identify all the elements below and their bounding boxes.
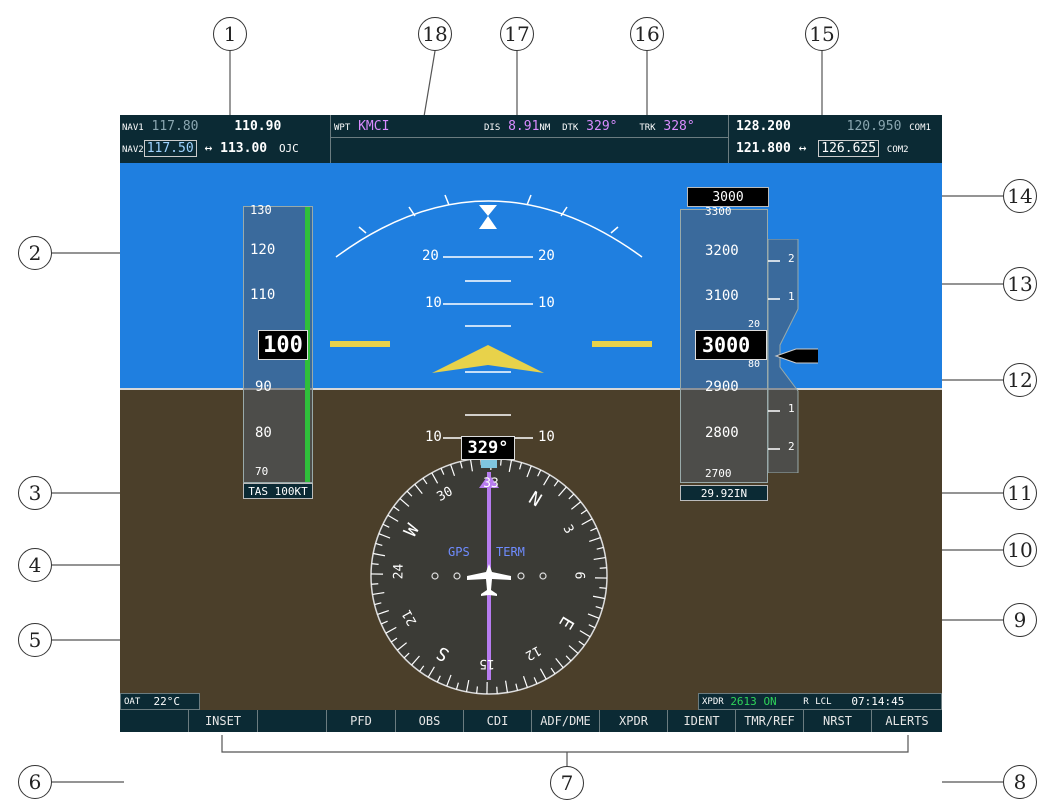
primary-flight-display: NAV1 117.80 110.90 NAV2 117.50 ↔ 113.00 O… — [120, 115, 942, 732]
pitch-label-20-right: 20 — [538, 248, 555, 264]
altitude-tick-2900: 2900 — [705, 379, 739, 395]
airspeed-tick-110: 110 — [250, 287, 276, 303]
vertical-speed-indicator — [768, 239, 818, 473]
softkey-bar: INSET PFD OBS CDI ADF/DME XPDR IDENT TMR… — [120, 710, 942, 732]
hsi-compass-label: 24 — [391, 563, 407, 580]
callout-11: 11 — [1003, 476, 1037, 510]
airspeed-tick-80: 80 — [255, 425, 272, 441]
airspeed-tick-90: 90 — [255, 379, 272, 395]
altitude-tick-2700: 2700 — [705, 467, 732, 480]
softkey-nrst[interactable]: NRST — [804, 710, 872, 732]
callout-16: 16 — [630, 17, 664, 51]
vsi-tick-1-up: 1 — [788, 290, 795, 303]
xpdr-label: XPDR — [702, 696, 724, 707]
pitch-label-minus10-left: 10 — [425, 429, 442, 445]
aircraft-wing-right-icon — [592, 341, 652, 347]
softkey-ident[interactable]: IDENT — [668, 710, 736, 732]
hsi-tick — [371, 563, 379, 565]
xpdr-mode: ON — [763, 695, 777, 708]
altitude-tick-2800: 2800 — [705, 425, 739, 441]
hsi-gps-source-label: GPS — [448, 545, 470, 559]
vsi-tick-1-down: 1 — [788, 402, 795, 415]
barometric-setting-box[interactable]: 29.92IN — [680, 485, 768, 501]
oat-box: OAT 22°C — [120, 693, 200, 710]
hsi-tick — [599, 587, 607, 589]
roll-pointer-icon — [479, 205, 497, 216]
softkey-inset[interactable]: INSET — [189, 710, 258, 732]
callout-1: 1 — [213, 17, 247, 51]
callout-15: 15 — [805, 17, 839, 51]
hsi-tick — [476, 686, 478, 694]
hsi-compass-label: 15 — [479, 655, 496, 672]
airspeed-tick-70: 70 — [255, 465, 269, 478]
true-airspeed-box: TAS 100KT — [243, 483, 313, 499]
softkey-tmr-ref[interactable]: TMR/REF — [736, 710, 804, 732]
callout-10: 10 — [1003, 533, 1037, 567]
transponder-time-box: XPDR 2613 ON R LCL 07:14:45 — [698, 693, 942, 710]
xpdr-code[interactable]: 2613 — [730, 695, 757, 708]
callout-12: 12 — [1003, 363, 1037, 397]
airspeed-tick-120: 120 — [250, 242, 276, 258]
altitude-tick-3300: 3300 — [705, 205, 732, 218]
local-time: 07:14:45 — [851, 695, 905, 708]
softkey-obs[interactable]: OBS — [396, 710, 464, 732]
vsi-tick-2-down: 2 — [788, 440, 795, 453]
softkey-alerts[interactable]: ALERTS — [872, 710, 942, 732]
heading-readout: 329° — [461, 436, 515, 460]
lcl-label: LCL — [815, 696, 832, 707]
hsi-compass-label: 6 — [571, 571, 587, 580]
callout-4: 4 — [18, 548, 52, 582]
softkey-xpdr[interactable]: XPDR — [600, 710, 668, 732]
callout-6: 6 — [18, 765, 52, 799]
callout-5: 5 — [18, 623, 52, 657]
altitude-tick-3100: 3100 — [705, 288, 739, 304]
callout-18: 18 — [418, 17, 452, 51]
oat-label: OAT — [124, 696, 141, 707]
hsi-compass-label: 33 — [482, 475, 499, 492]
altitude-readout: 3000 — [695, 330, 767, 360]
airspeed-readout: 100 — [258, 330, 308, 360]
callout-14: 14 — [1003, 179, 1037, 213]
hsi-term-mode-label: TERM — [496, 545, 525, 559]
aircraft-wing-left-icon — [330, 341, 390, 347]
altitude-roll-lower: 80 — [748, 359, 761, 370]
pitch-label-10-right: 10 — [538, 295, 555, 311]
softkey-adf-dme[interactable]: ADF/DME — [532, 710, 600, 732]
airspeed-tick-130: 130 — [250, 203, 272, 217]
selected-altitude-box[interactable]: 3000 — [687, 187, 769, 207]
vsi-tick-2-up: 2 — [788, 252, 795, 265]
softkey-3[interactable] — [258, 710, 327, 732]
pitch-label-minus10-right: 10 — [538, 429, 555, 445]
callout-9: 9 — [1003, 603, 1037, 637]
callout-7: 7 — [550, 766, 584, 800]
pitch-label-20-left: 20 — [422, 248, 439, 264]
altitude-tick-3200: 3200 — [705, 243, 739, 259]
callout-3: 3 — [18, 476, 52, 510]
softkey-cdi[interactable]: CDI — [464, 710, 532, 732]
oat-value: 22°C — [153, 695, 181, 708]
callout-17: 17 — [500, 17, 534, 51]
softkey-pfd[interactable]: PFD — [327, 710, 396, 732]
softkey-1[interactable] — [120, 710, 189, 732]
altitude-roll-upper: 20 — [748, 319, 761, 330]
callout-13: 13 — [1003, 267, 1037, 301]
vsi-pointer-icon — [774, 348, 818, 364]
slip-indicator-icon — [479, 216, 497, 229]
pitch-label-10-left: 10 — [425, 295, 442, 311]
xpdr-reply-indicator: R — [803, 696, 809, 707]
aircraft-symbol-icon — [432, 345, 544, 373]
callout-8: 8 — [1003, 765, 1037, 799]
callout-2: 2 — [18, 236, 52, 270]
